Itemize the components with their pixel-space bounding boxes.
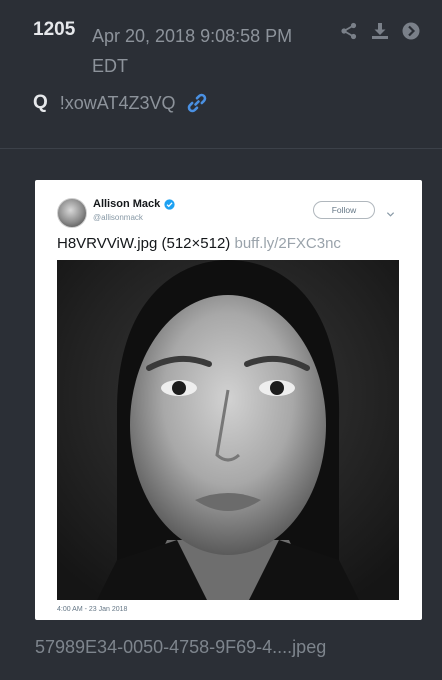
- download-icon[interactable]: [371, 22, 389, 40]
- separator: [0, 148, 442, 149]
- avatar: [57, 198, 87, 228]
- tweet-user-name-text: Allison Mack: [93, 198, 161, 210]
- tweet-user-name: Allison Mack: [93, 198, 175, 210]
- verified-badge-icon: [164, 198, 175, 210]
- tweet-text-filename: H8VRVViW.jpg (512×512): [57, 235, 231, 252]
- post-date: Apr 20, 2018 9:08:58 PM EDT: [92, 26, 293, 76]
- tweet-screenshot[interactable]: Allison Mack @allisonmack Follow H8VRVVi…: [35, 180, 422, 620]
- tweet-link[interactable]: buff.ly/2FXC3nc: [234, 235, 340, 252]
- poster-row: Q !xowAT4Z3VQ: [33, 92, 207, 114]
- tripcode: !xowAT4Z3VQ: [59, 92, 176, 113]
- post-actions: [340, 22, 420, 40]
- share-icon[interactable]: [340, 22, 358, 40]
- tweet-user-handle: @allisonmack: [93, 213, 143, 222]
- post-number[interactable]: 1205: [33, 19, 75, 41]
- poster-name: Q: [33, 92, 48, 113]
- post-header: 1205 Apr 20, 2018 9:08:58 PM EDT Q !xowA…: [0, 0, 442, 148]
- tweet-timestamp: 4:00 AM - 23 Jan 2018: [57, 606, 128, 613]
- follow-button[interactable]: Follow: [313, 201, 375, 219]
- portrait-photo: [57, 260, 399, 600]
- tweet-text: H8VRVViW.jpg (512×512) buff.ly/2FXC3nc: [57, 235, 341, 252]
- arrow-circle-icon[interactable]: [402, 22, 420, 40]
- chevron-down-icon[interactable]: [386, 206, 395, 217]
- link-icon[interactable]: [187, 93, 207, 113]
- attachment-filename[interactable]: 57989E34-0050-4758-9F69-4....jpeg: [35, 637, 326, 658]
